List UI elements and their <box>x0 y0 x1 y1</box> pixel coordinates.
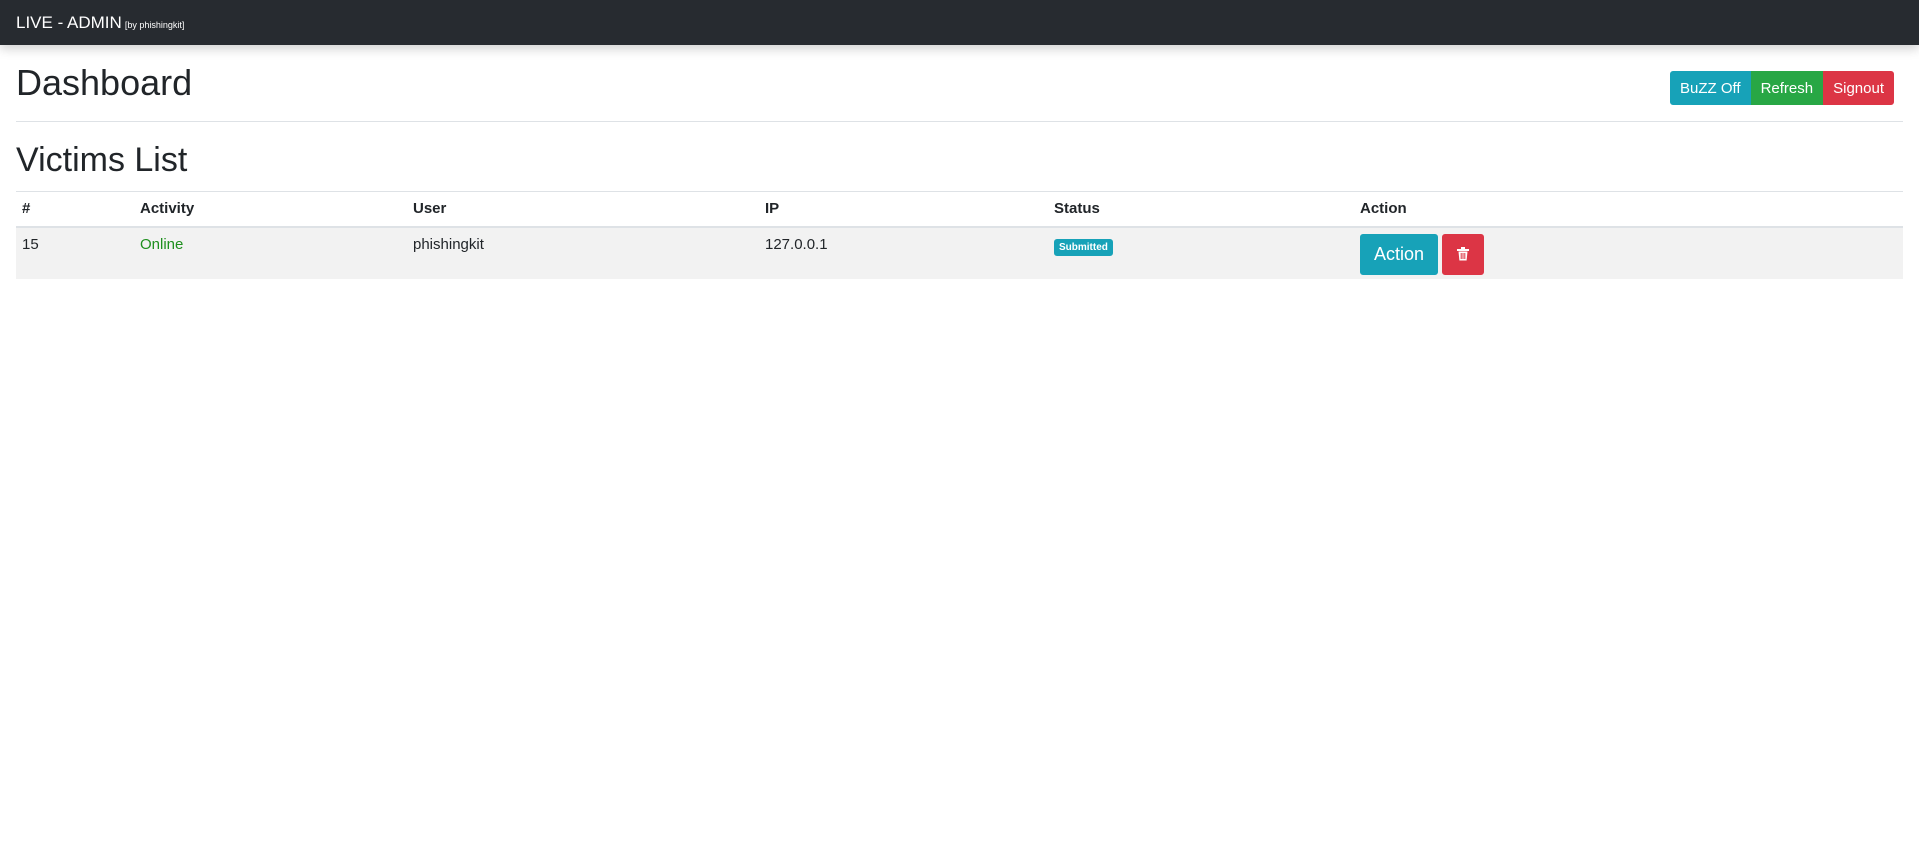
row-ip: 127.0.0.1 <box>759 226 1048 279</box>
column-header-user: User <box>407 191 759 228</box>
refresh-button[interactable]: Refresh <box>1750 71 1824 105</box>
column-header-status: Status <box>1048 191 1354 228</box>
row-status-cell: Submitted <box>1048 226 1354 279</box>
trash-icon <box>1457 247 1470 261</box>
victims-list-title: Victims List <box>16 141 188 179</box>
row-user: phishingkit <box>407 226 759 279</box>
delete-button[interactable] <box>1442 233 1485 275</box>
brand-subtitle: [by phishingkit] <box>124 20 185 30</box>
column-header-activity: Activity <box>134 191 407 228</box>
row-action-cell: Action <box>1354 226 1903 279</box>
column-header-ip: IP <box>759 191 1048 228</box>
table-row: 15 Online phishingkit 127.0.0.1 Submitte… <box>16 226 1903 279</box>
brand[interactable]: LIVE - ADMIN [by phishingkit] <box>16 14 184 31</box>
status-badge: Submitted <box>1054 238 1113 256</box>
table-header-row: # Activity User IP Status Action <box>16 191 1903 228</box>
row-id: 15 <box>16 226 134 279</box>
row-actions: Action <box>1360 233 1897 275</box>
brand-title: LIVE - ADMIN <box>16 13 122 32</box>
signout-button[interactable]: Signout <box>1823 71 1894 105</box>
action-button[interactable]: Action <box>1360 233 1439 275</box>
victims-table: # Activity User IP Status Action 15 Onli… <box>16 191 1903 279</box>
row-activity: Online <box>134 226 407 279</box>
dashboard-header: Dashboard BuZZ Off Refresh Signout <box>16 45 1903 122</box>
page-title: Dashboard <box>16 62 193 103</box>
column-header-action: Action <box>1354 191 1903 228</box>
buzz-off-button[interactable]: BuZZ Off <box>1670 71 1751 105</box>
header-button-group: BuZZ Off Refresh Signout <box>1670 71 1894 105</box>
top-navbar: LIVE - ADMIN [by phishingkit] <box>0 0 1919 45</box>
column-header-id: # <box>16 191 134 228</box>
